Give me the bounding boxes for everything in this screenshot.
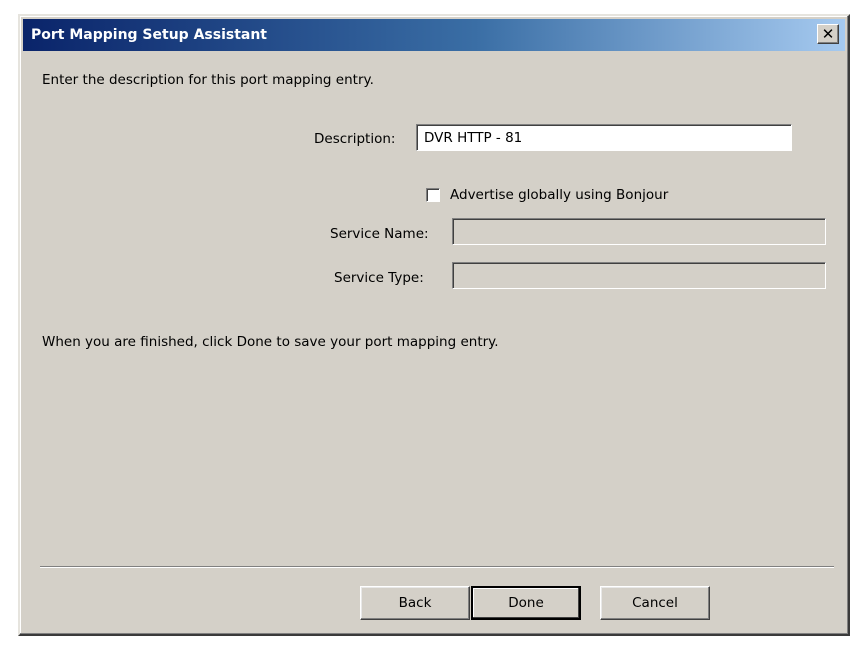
button-separator (40, 566, 834, 568)
finish-instructions: When you are finished, click Done to sav… (42, 334, 499, 350)
close-button[interactable]: ✕ (817, 24, 839, 44)
back-button[interactable]: Back (360, 586, 470, 620)
description-field[interactable] (416, 124, 792, 151)
service-name-label: Service Name: (330, 226, 429, 242)
service-type-field[interactable] (452, 262, 826, 289)
service-name-field[interactable] (452, 218, 826, 245)
done-button[interactable]: Done (471, 586, 581, 620)
service-type-label: Service Type: (334, 270, 424, 286)
port-mapping-dialog: Port Mapping Setup Assistant ✕ Enter the… (18, 14, 850, 636)
title-bar[interactable]: Port Mapping Setup Assistant ✕ (23, 19, 845, 51)
intro-text: Enter the description for this port mapp… (42, 72, 374, 88)
description-label: Description: (314, 131, 396, 147)
window-title: Port Mapping Setup Assistant (31, 27, 267, 43)
advertise-bonjour-checkbox[interactable] (426, 188, 440, 202)
cancel-button[interactable]: Cancel (600, 586, 710, 620)
close-icon: ✕ (821, 24, 835, 43)
advertise-bonjour-label: Advertise globally using Bonjour (450, 187, 669, 203)
